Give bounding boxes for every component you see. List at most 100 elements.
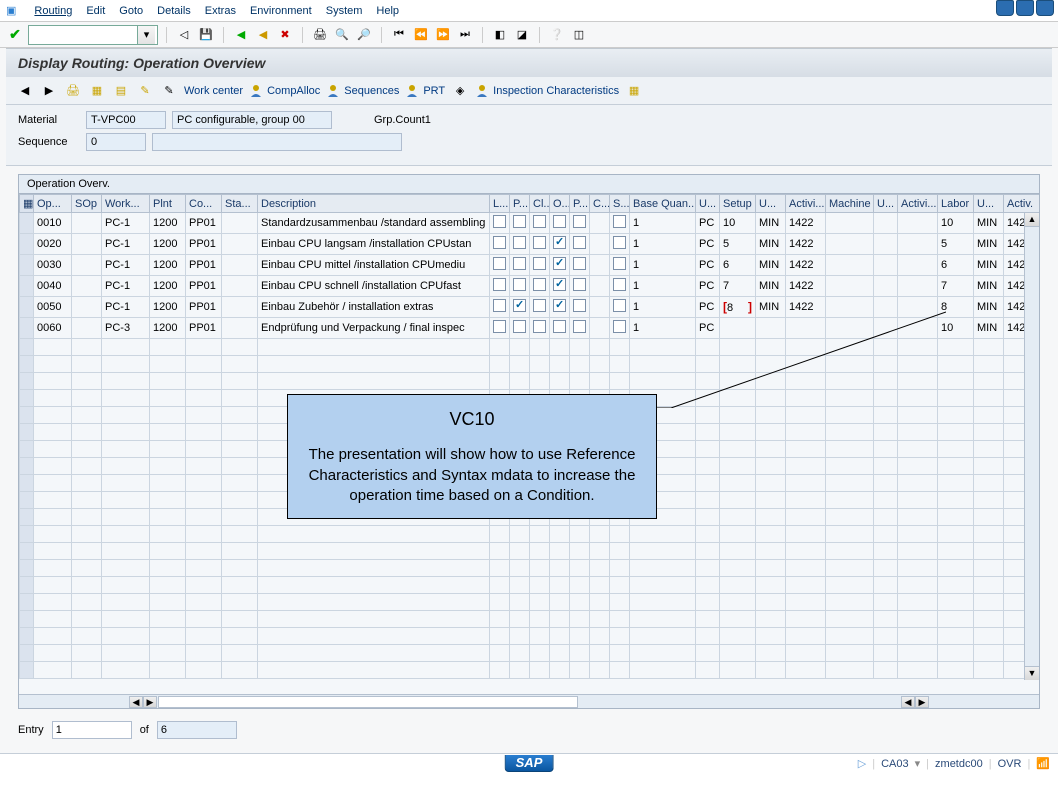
cell-empty[interactable]	[756, 492, 786, 509]
cell-empty[interactable]	[490, 628, 510, 645]
cell-check[interactable]	[570, 276, 590, 297]
table-row[interactable]: 0020PC-11200PP01Einbau CPU langsam /inst…	[20, 234, 1040, 255]
cell-check[interactable]	[490, 276, 510, 297]
new-session-icon[interactable]: ◧	[491, 26, 509, 44]
col-mach[interactable]: Machine	[826, 195, 874, 213]
cell-u1[interactable]: PC	[696, 276, 720, 297]
cell-empty[interactable]	[550, 594, 570, 611]
cell-empty[interactable]	[530, 339, 550, 356]
col-u4[interactable]: U...	[974, 195, 1004, 213]
row-selector[interactable]	[20, 458, 34, 475]
cell-co[interactable]: PP01	[186, 318, 222, 339]
cell-empty[interactable]	[974, 424, 1004, 441]
table-row-empty[interactable]	[20, 577, 1040, 594]
cell-labor[interactable]: 10	[938, 318, 974, 339]
cell-empty[interactable]	[720, 390, 756, 407]
table-row-empty[interactable]	[20, 339, 1040, 356]
cell-empty[interactable]	[874, 509, 898, 526]
print-app-icon[interactable]: 🖨	[64, 82, 82, 100]
cell-empty[interactable]	[222, 373, 258, 390]
cell-empty[interactable]	[974, 390, 1004, 407]
cell-setup[interactable]: 10	[720, 213, 756, 234]
cell-empty[interactable]	[938, 560, 974, 577]
col-act1[interactable]: Activi...	[786, 195, 826, 213]
cell-empty[interactable]	[530, 526, 550, 543]
cell-empty[interactable]	[72, 441, 102, 458]
enter-icon[interactable]: ✔	[6, 26, 24, 44]
table-row[interactable]: 0040PC-11200PP01Einbau CPU schnell /inst…	[20, 276, 1040, 297]
cell-empty[interactable]	[974, 407, 1004, 424]
cell-empty[interactable]	[102, 356, 150, 373]
cell-u3[interactable]	[874, 255, 898, 276]
row-selector[interactable]	[20, 662, 34, 679]
cell-empty[interactable]	[150, 475, 186, 492]
cell-empty[interactable]	[696, 577, 720, 594]
cell-setup[interactable]	[720, 318, 756, 339]
cell-empty[interactable]	[186, 458, 222, 475]
cell-empty[interactable]	[530, 543, 550, 560]
cell-empty[interactable]	[696, 628, 720, 645]
cell-empty[interactable]	[696, 611, 720, 628]
cell-sta[interactable]	[222, 255, 258, 276]
cell-act1[interactable]: 1422	[786, 255, 826, 276]
checkbox-icon[interactable]	[573, 215, 586, 228]
cell-empty[interactable]	[874, 526, 898, 543]
inspection-button[interactable]: Inspection Characteristics	[475, 84, 619, 98]
cell-empty[interactable]	[72, 526, 102, 543]
cell-empty[interactable]	[258, 628, 490, 645]
cell-empty[interactable]	[874, 611, 898, 628]
menu-goto[interactable]: Goto	[119, 5, 143, 17]
cell-empty[interactable]	[974, 560, 1004, 577]
cell-check[interactable]	[530, 318, 550, 339]
cell-empty[interactable]	[510, 662, 530, 679]
cell-empty[interactable]	[786, 492, 826, 509]
checkbox-icon[interactable]	[613, 320, 626, 333]
cell-empty[interactable]	[974, 645, 1004, 662]
checkbox-icon[interactable]	[493, 278, 506, 291]
cell-empty[interactable]	[826, 628, 874, 645]
cell-empty[interactable]	[938, 373, 974, 390]
cell-empty[interactable]	[34, 390, 72, 407]
row-selector[interactable]	[20, 297, 34, 318]
cell-empty[interactable]	[570, 628, 590, 645]
row-selector[interactable]	[20, 318, 34, 339]
cell-empty[interactable]	[34, 492, 72, 509]
find-next-icon[interactable]: 🔎	[355, 26, 373, 44]
cell-empty[interactable]	[34, 577, 72, 594]
cell-empty[interactable]	[898, 458, 938, 475]
menu-details[interactable]: Details	[157, 5, 191, 17]
cell-empty[interactable]	[72, 424, 102, 441]
cell-empty[interactable]	[222, 509, 258, 526]
table-row-empty[interactable]	[20, 628, 1040, 645]
row-selector[interactable]	[20, 373, 34, 390]
scroll-track[interactable]	[158, 696, 578, 708]
table-settings-icon[interactable]: ▦	[88, 82, 106, 100]
cell-empty[interactable]	[938, 458, 974, 475]
cell-empty[interactable]	[610, 611, 630, 628]
row-selector[interactable]	[20, 276, 34, 297]
cell-empty[interactable]	[610, 594, 630, 611]
cell-empty[interactable]	[826, 356, 874, 373]
cell-empty[interactable]	[696, 390, 720, 407]
cell-empty[interactable]	[826, 509, 874, 526]
cell-empty[interactable]	[530, 662, 550, 679]
layout-icon[interactable]: ◫	[570, 26, 588, 44]
cell-empty[interactable]	[974, 594, 1004, 611]
cell-empty[interactable]	[186, 594, 222, 611]
row-selector[interactable]	[20, 407, 34, 424]
row-selector[interactable]	[20, 255, 34, 276]
cell-empty[interactable]	[720, 611, 756, 628]
cell-empty[interactable]	[550, 356, 570, 373]
vertical-scrollbar[interactable]: ▲ ▼	[1024, 213, 1039, 680]
cell-empty[interactable]	[72, 611, 102, 628]
cell-empty[interactable]	[696, 373, 720, 390]
cell-empty[interactable]	[786, 390, 826, 407]
cell-empty[interactable]	[550, 577, 570, 594]
cell-empty[interactable]	[938, 628, 974, 645]
cell-u4[interactable]: MIN	[974, 213, 1004, 234]
cell-check[interactable]	[510, 213, 530, 234]
cell-empty[interactable]	[696, 492, 720, 509]
cell-empty[interactable]	[898, 390, 938, 407]
cell-empty[interactable]	[102, 560, 150, 577]
cell-work[interactable]: PC-1	[102, 213, 150, 234]
